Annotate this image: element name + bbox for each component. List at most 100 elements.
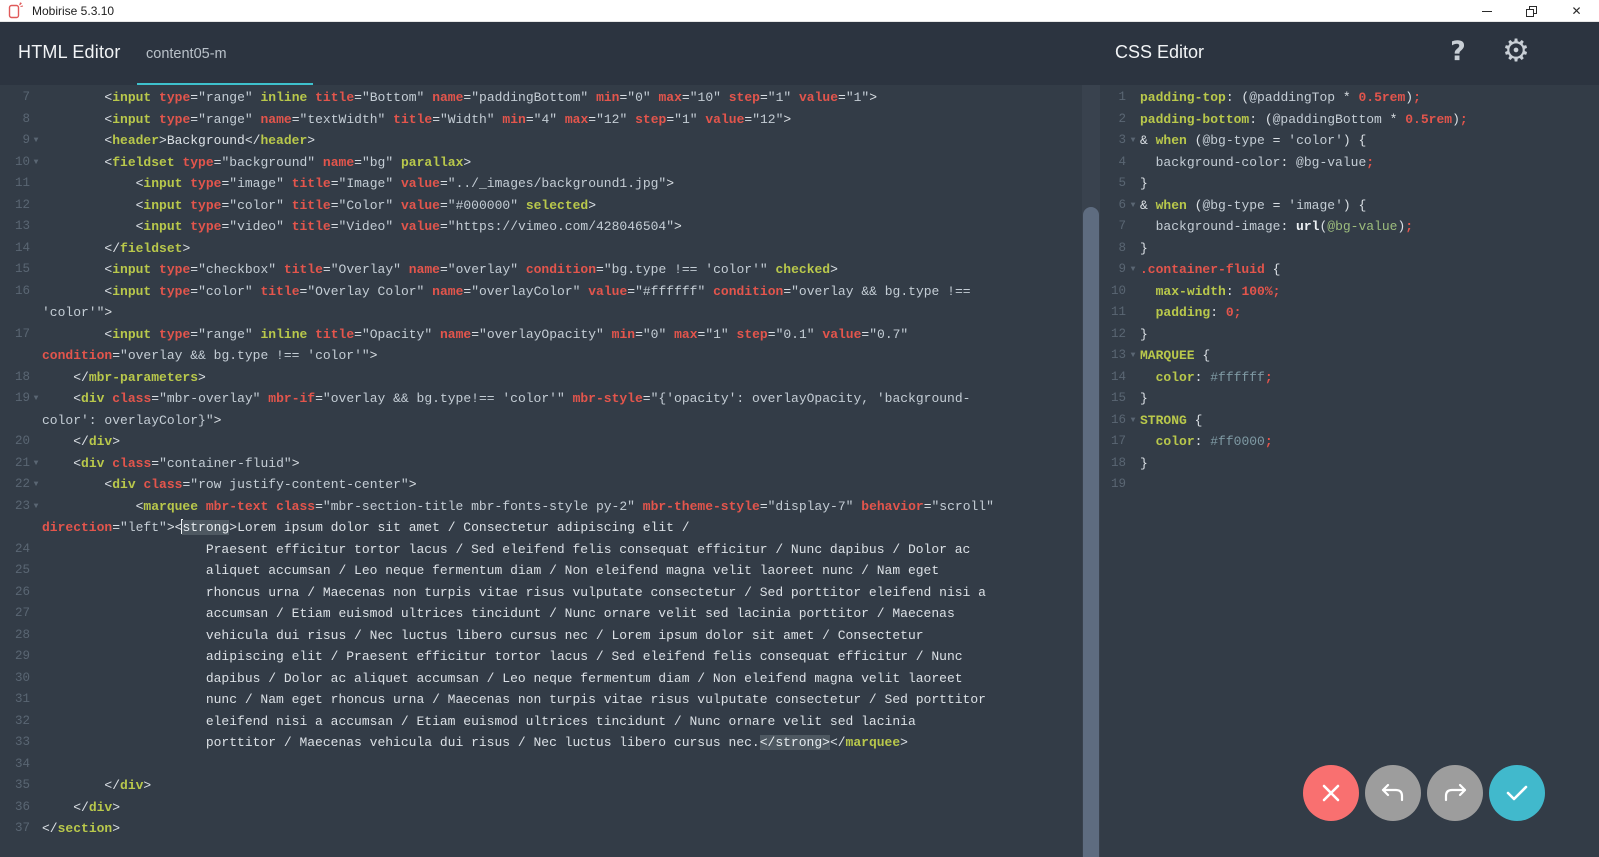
code-line[interactable]: 13▼MARQUEE { (1100, 345, 1599, 367)
gear-icon[interactable]: ⚙ (1496, 33, 1536, 77)
fold-arrow-icon[interactable]: ▼ (30, 453, 42, 475)
line-number: 15 (0, 259, 30, 281)
code-line[interactable]: 19 (1100, 474, 1599, 496)
fold-arrow-icon[interactable]: ▼ (30, 152, 42, 174)
code-line[interactable]: 31 nunc / Nam eget rhoncus urna / Maecen… (0, 689, 1082, 711)
code-line[interactable]: 5} (1100, 173, 1599, 195)
code-line[interactable]: 29 adipiscing elit / Praesent efficitur … (0, 646, 1082, 668)
code-line[interactable]: 32 eleifend nisi a accumsan / Etiam euis… (0, 711, 1082, 733)
code-line[interactable]: 23▼ <marquee mbr-text class="mbr-section… (0, 496, 1082, 518)
app-title: Mobirise 5.3.10 (32, 4, 114, 18)
close-button[interactable]: ✕ (1554, 0, 1599, 22)
code-text (42, 754, 1082, 776)
fold-arrow-icon[interactable]: ▼ (1126, 345, 1140, 367)
scrollbar-thumb[interactable] (1083, 207, 1099, 857)
code-line[interactable]: 11 padding: 0; (1100, 302, 1599, 324)
fold-arrow-icon[interactable]: ▼ (30, 388, 42, 410)
code-line[interactable]: 28 vehicula dui risus / Nec luctus liber… (0, 625, 1082, 647)
confirm-button[interactable] (1489, 765, 1545, 821)
code-token: mbr-theme-style (643, 499, 760, 514)
code-line[interactable]: 37</section> (0, 818, 1082, 840)
tab-content05-m[interactable]: content05-m (137, 40, 313, 85)
code-line[interactable]: 14 </fieldset> (0, 238, 1082, 260)
line-number: 6 (1100, 195, 1126, 217)
code-line[interactable]: 35 </div> (0, 775, 1082, 797)
cancel-button[interactable] (1303, 765, 1359, 821)
code-line[interactable]: 8 <input type="range" name="textWidth" t… (0, 109, 1082, 131)
code-line[interactable]: 20 </div> (0, 431, 1082, 453)
code-token: = (190, 284, 198, 299)
code-line[interactable]: 27 accumsan / Etiam euismod ultrices tin… (0, 603, 1082, 625)
code-line[interactable]: direction="left"><strong>Lorem ipsum dol… (0, 517, 1082, 539)
code-line[interactable]: 9▼ <header>Background</header> (0, 130, 1082, 152)
code-line[interactable]: 'color'"> (0, 302, 1082, 324)
fold-arrow-icon[interactable]: ▼ (1126, 195, 1140, 217)
code-token: title (261, 284, 300, 299)
code-text: dapibus / Dolor ac aliquet accumsan / Le… (42, 668, 1082, 690)
code-line[interactable]: 16▼STRONG { (1100, 410, 1599, 432)
fold-arrow-icon[interactable]: ▼ (30, 130, 42, 152)
css-code-editor[interactable]: 1padding-top: (@paddingTop * 0.5rem);2pa… (1100, 85, 1599, 857)
code-line[interactable]: 21▼ <div class="container-fluid"> (0, 453, 1082, 475)
code-token: </strong> (760, 735, 830, 750)
code-line[interactable]: 17 <input type="range" inline title="Opa… (0, 324, 1082, 346)
html-editor-scrollbar[interactable] (1082, 85, 1100, 857)
code-line[interactable]: 12} (1100, 324, 1599, 346)
code-line[interactable]: 12 <input type="color" title="Color" val… (0, 195, 1082, 217)
code-line[interactable]: 11 <input type="image" title="Image" val… (0, 173, 1082, 195)
code-line[interactable]: 9▼.container-fluid { (1100, 259, 1599, 281)
code-line[interactable]: 8} (1100, 238, 1599, 260)
code-line[interactable]: 13 <input type="video" title="Video" val… (0, 216, 1082, 238)
code-token: } (1140, 176, 1148, 191)
code-line[interactable]: 7 <input type="range" inline title="Bott… (0, 87, 1082, 109)
code-text: <input type="range" inline title="Bottom… (42, 87, 1082, 109)
code-line[interactable]: 18 </mbr-parameters> (0, 367, 1082, 389)
code-line[interactable]: 16 <input type="color" title="Overlay Co… (0, 281, 1082, 303)
code-line[interactable]: 10 max-width: 100%; (1100, 281, 1599, 303)
code-line[interactable]: 17 color: #ff0000; (1100, 431, 1599, 453)
html-code-editor[interactable]: 7 <input type="range" inline title="Bott… (0, 85, 1082, 857)
code-line[interactable]: 18} (1100, 453, 1599, 475)
redo-button[interactable] (1427, 765, 1483, 821)
minimize-button[interactable] (1464, 0, 1509, 22)
code-line[interactable]: 15 <input type="checkbox" title="Overlay… (0, 259, 1082, 281)
fold-arrow-icon[interactable]: ▼ (1126, 130, 1140, 152)
fold-arrow-icon[interactable]: ▼ (1126, 259, 1140, 281)
code-line[interactable]: 36 </div> (0, 797, 1082, 819)
code-token: div (81, 456, 104, 471)
code-line[interactable]: color': overlayColor}"> (0, 410, 1082, 432)
code-line[interactable]: 30 dapibus / Dolor ac aliquet accumsan /… (0, 668, 1082, 690)
code-line[interactable]: 10▼ <fieldset type="background" name="bg… (0, 152, 1082, 174)
fold-arrow-icon[interactable]: ▼ (30, 474, 42, 496)
code-line[interactable]: 33 porttitor / Maecenas vehicula dui ris… (0, 732, 1082, 754)
code-line[interactable]: 6▼& when (@bg-type = 'image') { (1100, 195, 1599, 217)
fold-arrow-icon[interactable]: ▼ (1126, 410, 1140, 432)
code-token: < (42, 477, 112, 492)
code-line[interactable]: 15} (1100, 388, 1599, 410)
code-line[interactable]: 25 aliquet accumsan / Leo neque fermentu… (0, 560, 1082, 582)
fold-gutter (30, 625, 42, 647)
code-line[interactable]: 26 rhoncus urna / Maecenas non turpis vi… (0, 582, 1082, 604)
fold-arrow-icon[interactable]: ▼ (30, 496, 42, 518)
code-line[interactable]: 14 color: #ffffff; (1100, 367, 1599, 389)
code-line[interactable]: condition="overlay && bg.type !== 'color… (0, 345, 1082, 367)
code-token (393, 155, 401, 170)
code-line[interactable]: 7 background-image: url(@bg-value); (1100, 216, 1599, 238)
fold-gutter (1126, 453, 1140, 475)
maximize-button[interactable] (1509, 0, 1554, 22)
undo-button[interactable] (1365, 765, 1421, 821)
code-line[interactable]: 19▼ <div class="mbr-overlay" mbr-if="ove… (0, 388, 1082, 410)
help-icon[interactable]: ? (1441, 36, 1475, 76)
code-token (432, 327, 440, 342)
code-line[interactable]: 34 (0, 754, 1082, 776)
code-line[interactable]: 22▼ <div class="row justify-content-cent… (0, 474, 1082, 496)
editor-header: HTML Editor content05-m CSS Editor ? ⚙ (0, 22, 1599, 85)
code-token: porttitor / Maecenas vehicula dui risus … (42, 735, 760, 750)
code-token: color (1156, 370, 1195, 385)
code-token: </ (42, 778, 120, 793)
code-line[interactable]: 24 Praesent efficitur tortor lacus / Sed… (0, 539, 1082, 561)
code-line[interactable]: 1padding-top: (@paddingTop * 0.5rem); (1100, 87, 1599, 109)
code-line[interactable]: 4 background-color: @bg-value; (1100, 152, 1599, 174)
code-line[interactable]: 2padding-bottom: (@paddingBottom * 0.5re… (1100, 109, 1599, 131)
code-line[interactable]: 3▼& when (@bg-type = 'color') { (1100, 130, 1599, 152)
